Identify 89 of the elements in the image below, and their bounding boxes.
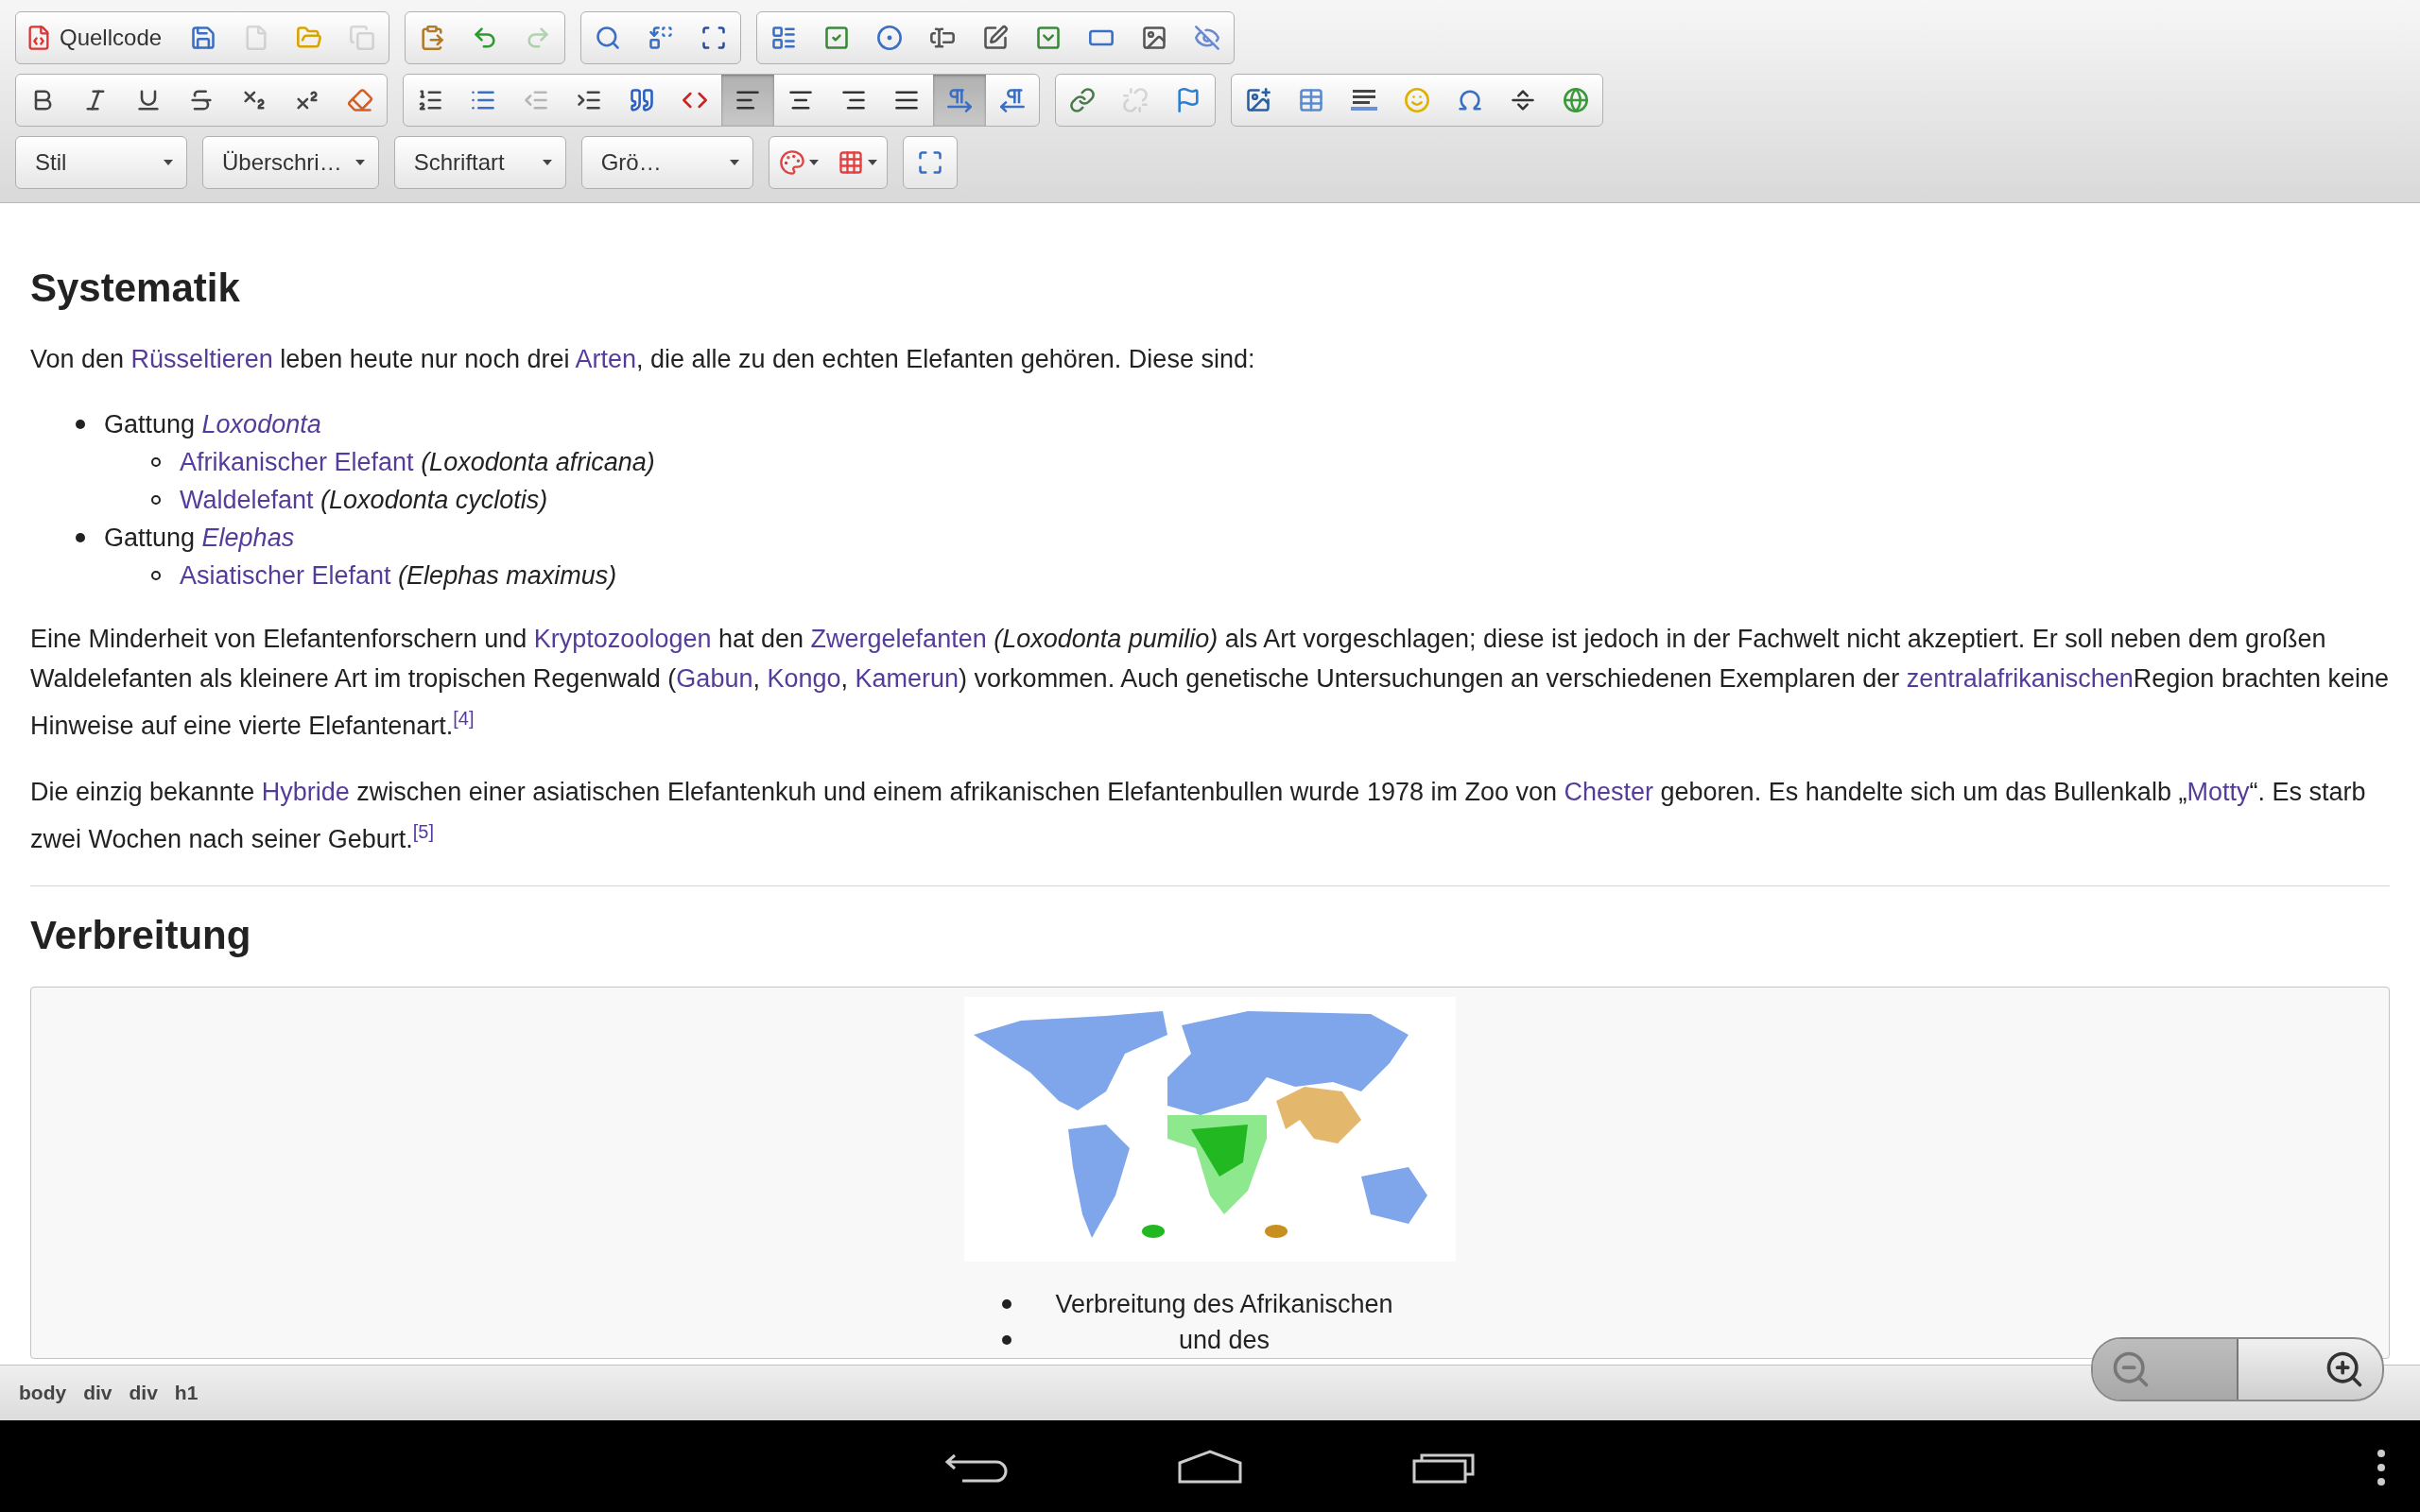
caption-item: Verbreitung des Afrikanischen — [1054, 1289, 1394, 1320]
select-field-icon — [1035, 25, 1063, 51]
text-link[interactable]: Kamerun — [855, 664, 959, 693]
text-link[interactable]: Elephas — [201, 524, 295, 552]
path-link[interactable]: div — [123, 1378, 164, 1408]
grid-icon — [837, 149, 864, 176]
text-link[interactable]: Chester — [1564, 778, 1654, 806]
caret-icon — [729, 160, 739, 165]
caret-icon — [354, 160, 365, 165]
footnote-link[interactable]: [4] — [453, 708, 475, 729]
bullet-icon — [76, 533, 85, 542]
checkbox-icon — [823, 25, 851, 51]
form-icon — [770, 25, 798, 51]
toolbar-button[interactable] — [721, 75, 774, 126]
path-link[interactable]: div — [78, 1378, 118, 1408]
table-icon — [1298, 87, 1324, 113]
dropdown-button[interactable]: Stil — [16, 137, 186, 188]
dropdown-button[interactable]: Überschri… — [203, 137, 378, 188]
bullet-icon — [76, 420, 85, 429]
anchor-flag-icon — [1175, 87, 1201, 113]
replace-icon — [648, 25, 675, 51]
right-to-left-icon — [999, 87, 1026, 113]
quote-icon — [629, 87, 655, 113]
remove-format-icon — [347, 87, 373, 113]
list-item: Afrikanischer Elefant (Loxodonta africana) — [180, 447, 655, 478]
text-link[interactable]: Gabun — [676, 664, 753, 693]
horizontal-line-icon — [1351, 90, 1377, 111]
section-heading: Verbreitung — [30, 912, 252, 959]
list-item: Gattung Elephas — [104, 523, 295, 554]
radio-icon — [876, 25, 904, 51]
left-to-right-icon — [946, 87, 973, 113]
globe-icon — [1563, 87, 1589, 113]
text-link[interactable]: Rüsseltieren — [130, 345, 273, 373]
bullet-icon — [151, 571, 161, 580]
search-icon — [595, 25, 622, 51]
save-icon — [190, 25, 217, 51]
path-link[interactable]: h1 — [168, 1378, 204, 1408]
list-item: Gattung Loxodonta — [104, 409, 321, 440]
paragraph: Eine Minderheit von Elefantenforschern und Kryptozoologen hat den Zwergelefanten (Loxodonta pumilio) als Art vorgeschlagen; diese ist jedoch in der Fachwelt nicht akzeptiert. Er soll neben dem großen Waldelefanten als kleinere Art im tropischen Regenwald (Gabun, Kongo, Kamerun) vorkommen. Auch genetische Untersuchungen an verschiedenen Exemplaren der zentralafrikanischenRegion brachten keine Hinweise auf eine vierte Elefantenart.$^{[4]}$ — [30, 624, 2390, 742]
text-link[interactable]: zentralafrikanischen — [1906, 664, 2134, 693]
bullet-icon — [151, 457, 161, 467]
select-all-icon — [700, 25, 728, 51]
caret-icon — [542, 160, 552, 165]
maximize-icon — [916, 149, 943, 176]
text-link[interactable]: Kryptozoologen — [533, 625, 712, 653]
text-link[interactable]: Zwergelefanten — [810, 625, 987, 653]
hidden-field-icon — [1194, 25, 1221, 51]
page-break-icon — [1510, 87, 1536, 113]
text-link[interactable]: Afrikanischer Elefant — [180, 448, 414, 476]
paragraph: Von den Rüsseltieren leben heute nur noch drei Arten, die alle zu den echten Elefanten gehören. Diese sind: — [30, 344, 1256, 375]
text-area-icon — [982, 25, 1010, 51]
overflow-menu-button[interactable] — [2377, 1449, 2386, 1486]
text-link[interactable]: Arten — [575, 345, 636, 373]
bullet-icon — [1002, 1299, 1011, 1309]
dropdown-button[interactable]: Grö… — [581, 137, 752, 188]
section-heading: Systematik — [30, 265, 241, 312]
text-link[interactable]: Kongo — [767, 664, 841, 693]
menu-icon — [2377, 1449, 2386, 1486]
unlink-icon — [1122, 87, 1149, 113]
palette-icon — [778, 149, 805, 176]
list-item: Waldelefant (Loxodonta cyclotis) — [180, 485, 548, 516]
bullet-icon — [1002, 1335, 1011, 1345]
image-button-icon — [1141, 25, 1168, 51]
zoom-out-button[interactable] — [2093, 1339, 2238, 1400]
caret-icon — [808, 160, 819, 165]
paste-icon — [419, 25, 446, 51]
caption-item: und des — [1177, 1325, 1271, 1356]
text-link[interactable]: Waldelefant — [180, 486, 314, 514]
text-link[interactable]: Loxodonta — [201, 410, 321, 438]
bullet-icon — [151, 495, 161, 505]
source-button[interactable]: Quellcode — [16, 12, 178, 63]
text-link[interactable]: Motty — [2187, 778, 2250, 806]
omega-icon — [1457, 87, 1483, 113]
caret-icon — [867, 160, 877, 165]
footnote-link[interactable]: [5] — [412, 821, 434, 842]
folder-icon — [296, 25, 323, 51]
path-link[interactable]: body — [13, 1378, 73, 1408]
text-link[interactable]: Asiatischer Elefant — [180, 561, 391, 590]
text-field-icon — [929, 25, 957, 51]
list-item: Asiatischer Elefant (Elephas maximus) — [180, 560, 617, 592]
copy-icon — [349, 25, 376, 51]
caret-icon — [164, 160, 173, 165]
image-icon — [1245, 87, 1271, 113]
numbered-list-icon — [417, 87, 443, 113]
smiley-icon — [1404, 87, 1430, 113]
paragraph: Die einzig bekannte Hybride zwischen einer asiatischen Elefantenkuh und einem afrikanischen Elefantenbullen wurde 1978 im Zoo von Chester geboren. Es handelte sich um das Bullenkalb „Motty“. Es starb zwei Wochen nach seiner Geburt.$^{[5]}$ — [30, 777, 2367, 855]
dropdown-button[interactable]: Schriftart — [394, 137, 565, 188]
link-icon — [1069, 87, 1096, 113]
text-link[interactable]: Hybride — [261, 778, 350, 806]
